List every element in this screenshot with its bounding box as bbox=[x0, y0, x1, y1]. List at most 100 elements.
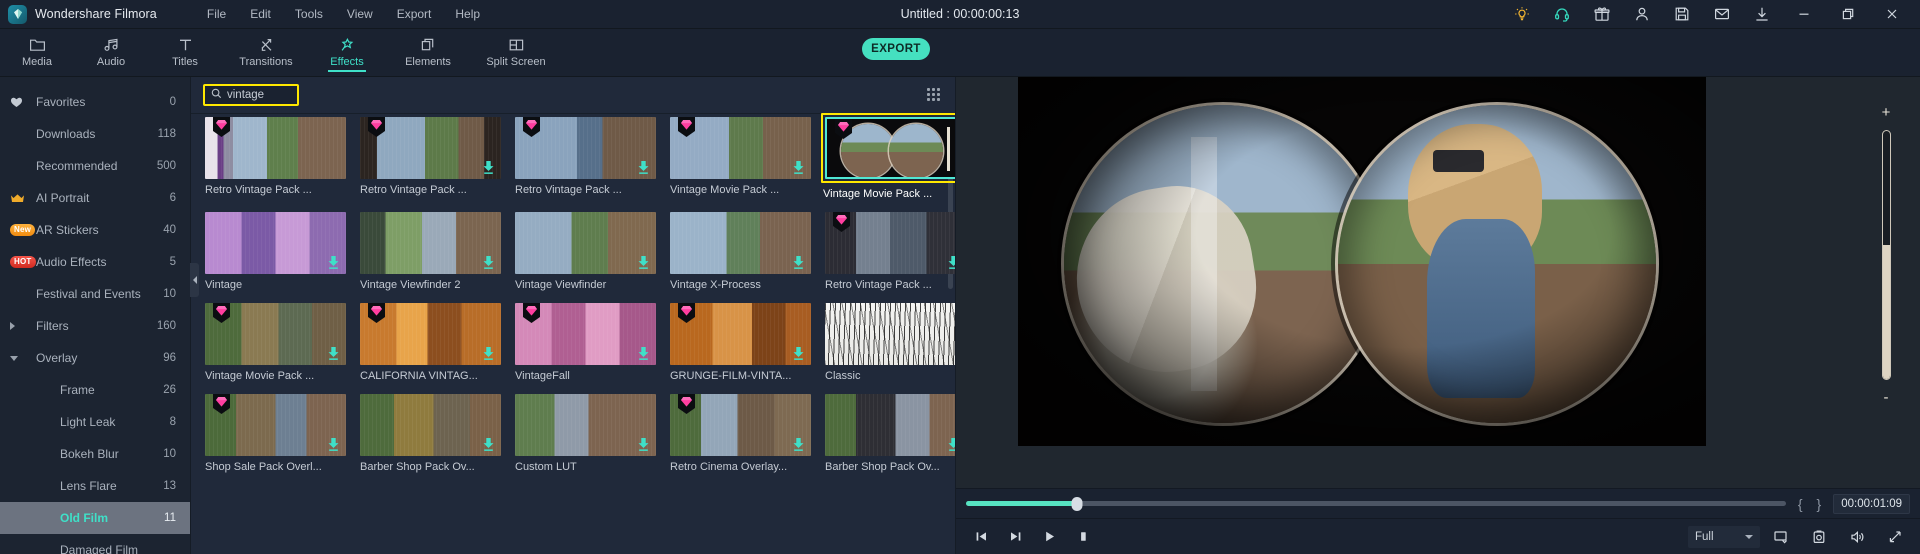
step-forward-icon[interactable] bbox=[998, 522, 1032, 552]
download-effect-icon[interactable] bbox=[482, 160, 495, 175]
effect-card[interactable]: Vintage Viewfinder bbox=[515, 212, 656, 291]
effect-card[interactable]: Vintage Movie Pack ... bbox=[670, 117, 811, 200]
download-effect-icon[interactable] bbox=[637, 160, 650, 175]
mark-in-button[interactable]: { bbox=[1796, 496, 1805, 512]
quality-select[interactable]: Full bbox=[1688, 525, 1760, 548]
minimize-icon[interactable] bbox=[1782, 0, 1826, 29]
tab-transitions[interactable]: Transitions bbox=[222, 29, 310, 76]
sidebar-item-filters[interactable]: Filters 160 bbox=[0, 310, 190, 342]
playhead-track[interactable] bbox=[966, 496, 1786, 511]
download-effect-icon[interactable] bbox=[947, 437, 955, 452]
download-effect-icon[interactable] bbox=[327, 255, 340, 270]
download-effect-icon[interactable] bbox=[637, 437, 650, 452]
sidebar-item-lens-flare[interactable]: Lens Flare 13 bbox=[0, 470, 190, 502]
download-effect-icon[interactable] bbox=[792, 255, 805, 270]
restore-icon[interactable] bbox=[1826, 0, 1870, 29]
sidebar-item-audio-effects[interactable]: HOT Audio Effects 5 bbox=[0, 246, 190, 278]
tab-effects[interactable]: Effects bbox=[310, 29, 384, 76]
menu-tools[interactable]: Tools bbox=[283, 3, 335, 25]
menu-view[interactable]: View bbox=[335, 3, 385, 25]
expand-arrows-icon[interactable] bbox=[1878, 522, 1912, 552]
preview-zoom-control[interactable]: + - bbox=[1874, 105, 1898, 405]
effect-card[interactable]: Custom LUT bbox=[515, 394, 656, 473]
tab-split-screen[interactable]: Split Screen bbox=[472, 29, 560, 76]
download-effect-icon[interactable] bbox=[792, 437, 805, 452]
download-effect-icon[interactable] bbox=[637, 346, 650, 361]
effect-card[interactable]: Retro Vintage Pack ... bbox=[360, 117, 501, 200]
stop-icon[interactable] bbox=[1066, 522, 1100, 552]
speaker-icon[interactable] bbox=[1840, 522, 1874, 552]
sidebar-item-old-film[interactable]: Old Film 11 bbox=[0, 502, 190, 534]
download-effect-icon[interactable] bbox=[637, 255, 650, 270]
download-effect-icon[interactable] bbox=[792, 160, 805, 175]
caret-down-icon[interactable] bbox=[10, 355, 36, 361]
download-effect-icon[interactable] bbox=[482, 437, 495, 452]
tab-titles[interactable]: Titles bbox=[148, 29, 222, 76]
search-input[interactable]: vintage bbox=[203, 84, 299, 106]
monitor-snapshot-icon[interactable] bbox=[1764, 522, 1798, 552]
download-effect-icon[interactable] bbox=[792, 346, 805, 361]
sidebar-item-bokeh-blur[interactable]: Bokeh Blur 10 bbox=[0, 438, 190, 470]
effect-card[interactable]: Vintage Viewfinder 2 bbox=[360, 212, 501, 291]
sidebar-item-festival-and-events[interactable]: Festival and Events 10 bbox=[0, 278, 190, 310]
zoom-out-icon[interactable]: - bbox=[1884, 390, 1889, 405]
download-effect-icon[interactable] bbox=[947, 255, 955, 270]
effect-card[interactable]: Vintage Movie Pack ... bbox=[205, 303, 346, 382]
download-effect-icon[interactable] bbox=[482, 346, 495, 361]
zoom-in-icon[interactable]: + bbox=[1882, 105, 1891, 120]
zoom-slider-track[interactable] bbox=[1881, 130, 1891, 380]
effect-card[interactable]: Barber Shop Pack Ov... bbox=[360, 394, 501, 473]
user-account-icon[interactable] bbox=[1622, 0, 1662, 29]
export-button[interactable]: EXPORT bbox=[862, 38, 930, 60]
sidebar-item-favorites[interactable]: Favorites 0 bbox=[0, 86, 190, 118]
download-icon[interactable] bbox=[1742, 0, 1782, 29]
sidebar-item-downloads[interactable]: Downloads 118 bbox=[0, 118, 190, 150]
close-icon[interactable] bbox=[1870, 0, 1914, 29]
effect-card[interactable]: GRUNGE-FILM-VINTA... bbox=[670, 303, 811, 382]
sidebar-item-recommended[interactable]: Recommended 500 bbox=[0, 150, 190, 182]
download-effect-icon[interactable] bbox=[482, 255, 495, 270]
step-backward-icon[interactable] bbox=[964, 522, 998, 552]
effect-card[interactable]: Retro Vintage Pack ... bbox=[825, 212, 955, 291]
sidebar-item-damaged-film[interactable]: Damaged Film bbox=[0, 534, 190, 554]
menu-help[interactable]: Help bbox=[443, 3, 492, 25]
tab-media[interactable]: Media bbox=[0, 29, 74, 76]
headset-support-icon[interactable] bbox=[1542, 0, 1582, 29]
sidebar-item-ar-stickers[interactable]: New AR Stickers 40 bbox=[0, 214, 190, 246]
mark-out-button[interactable]: } bbox=[1815, 496, 1824, 512]
play-icon[interactable] bbox=[1032, 522, 1066, 552]
effect-card[interactable]: Vintage bbox=[205, 212, 346, 291]
mail-icon[interactable] bbox=[1702, 0, 1742, 29]
tab-audio[interactable]: Audio bbox=[74, 29, 148, 76]
effect-card[interactable]: Retro Vintage Pack ... bbox=[205, 117, 346, 200]
sidebar-item-frame[interactable]: Frame 26 bbox=[0, 374, 190, 406]
camera-icon[interactable] bbox=[1802, 522, 1836, 552]
save-icon[interactable] bbox=[1662, 0, 1702, 29]
menu-edit[interactable]: Edit bbox=[238, 3, 283, 25]
sidebar-item-light-leak[interactable]: Light Leak 8 bbox=[0, 406, 190, 438]
tab-elements[interactable]: Elements bbox=[384, 29, 472, 76]
gift-icon[interactable] bbox=[1582, 0, 1622, 29]
video-canvas[interactable] bbox=[1018, 77, 1706, 446]
download-effect-icon[interactable] bbox=[327, 346, 340, 361]
sidebar-item-ai-portrait[interactable]: AI Portrait 6 bbox=[0, 182, 190, 214]
menu-file[interactable]: File bbox=[195, 3, 238, 25]
effect-card[interactable]: Vintage Movie Pack ... bbox=[821, 113, 955, 200]
grid-view-icon[interactable] bbox=[927, 88, 941, 102]
effect-card[interactable]: Classic bbox=[825, 303, 955, 382]
menu-export[interactable]: Export bbox=[385, 3, 444, 25]
effect-card[interactable]: Retro Cinema Overlay... bbox=[670, 394, 811, 473]
download-effect-icon[interactable] bbox=[327, 437, 340, 452]
playhead-knob[interactable] bbox=[1071, 496, 1083, 511]
caret-right-icon[interactable] bbox=[10, 322, 36, 330]
effect-card[interactable]: Vintage X-Process bbox=[670, 212, 811, 291]
lightbulb-icon[interactable] bbox=[1502, 0, 1542, 29]
collapse-sidebar-handle[interactable] bbox=[190, 263, 199, 297]
effect-card[interactable]: Barber Shop Pack Ov... bbox=[825, 394, 955, 473]
effect-card[interactable]: Shop Sale Pack Overl... bbox=[205, 394, 346, 473]
effects-category-sidebar[interactable]: Favorites 0 Downloads 118 Recommended 50… bbox=[0, 77, 191, 554]
effect-card[interactable]: Retro Vintage Pack ... bbox=[515, 117, 656, 200]
effect-card[interactable]: VintageFall bbox=[515, 303, 656, 382]
effect-card[interactable]: CALIFORNIA VINTAG... bbox=[360, 303, 501, 382]
sidebar-item-overlay[interactable]: Overlay 96 bbox=[0, 342, 190, 374]
